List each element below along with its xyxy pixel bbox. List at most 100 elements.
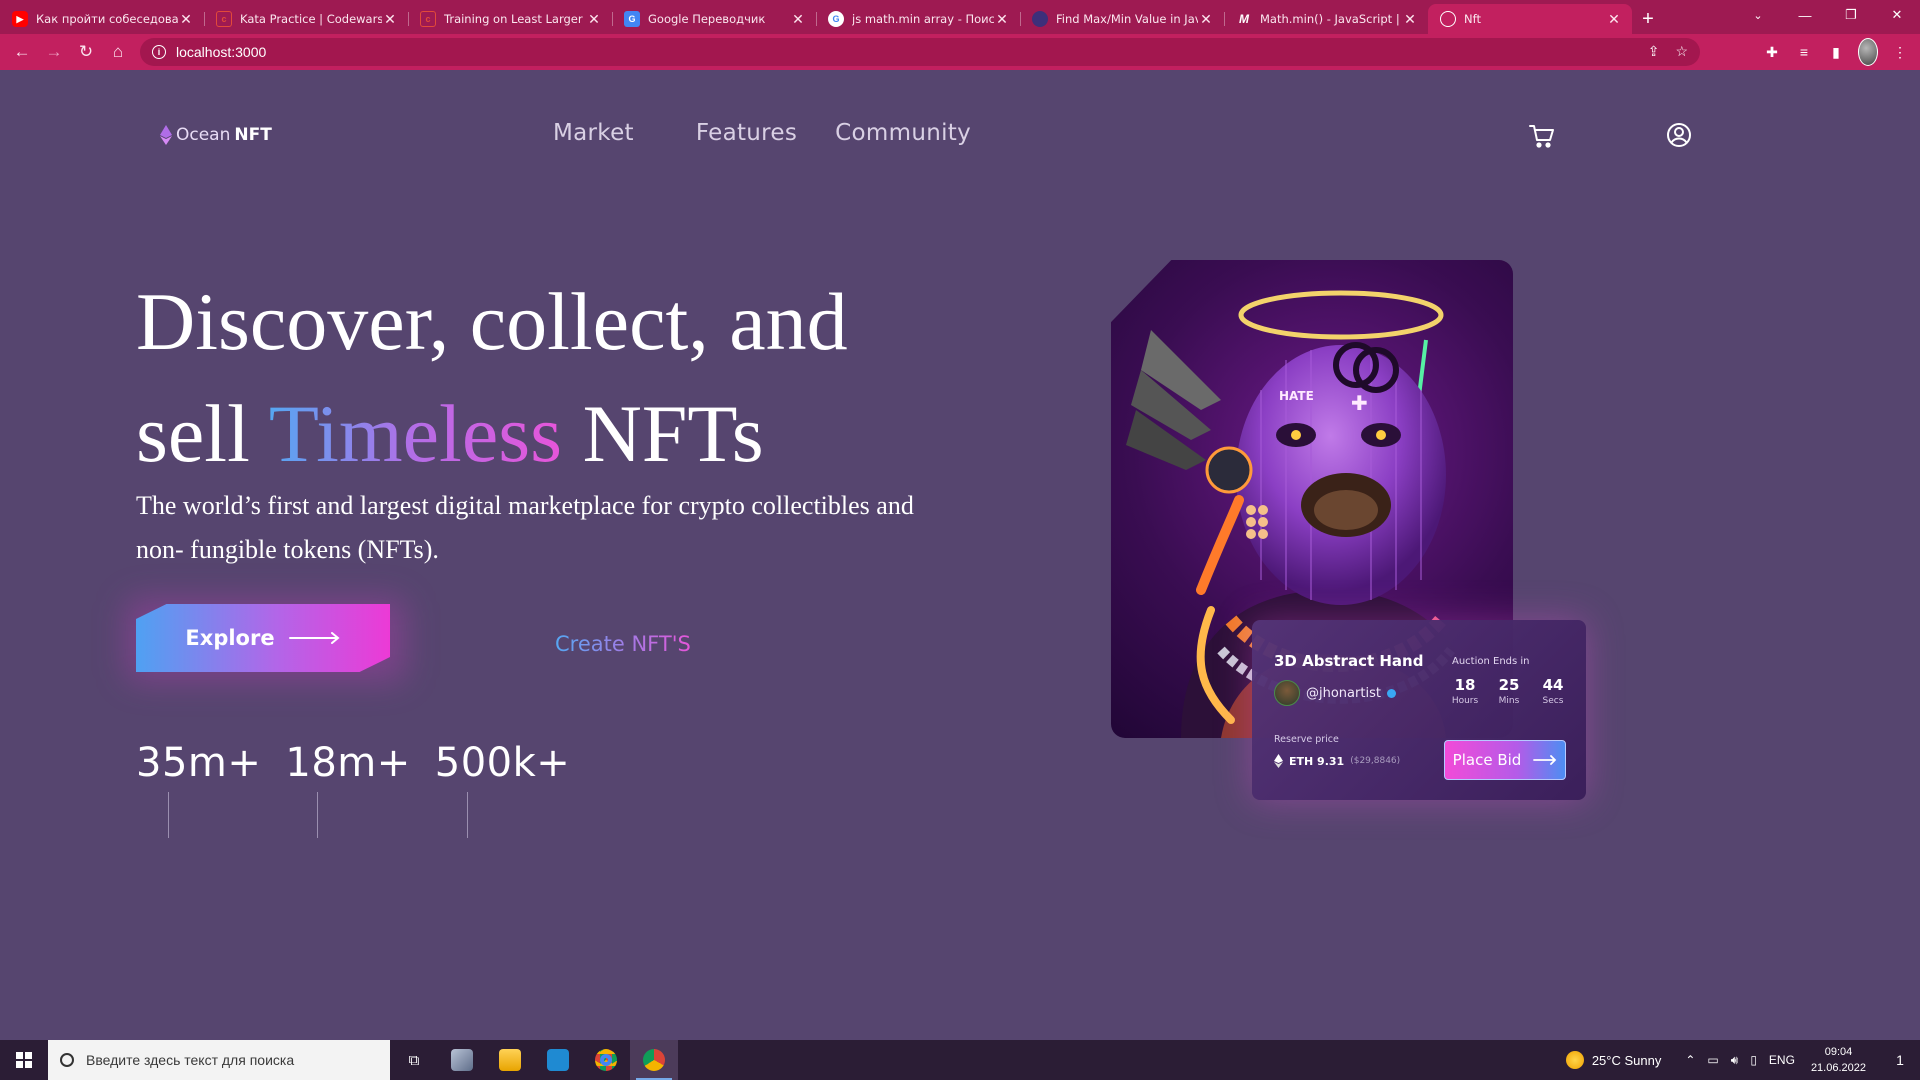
home-icon[interactable]: ⌂ bbox=[102, 36, 134, 68]
taskbar-search-box[interactable]: Введите здесь текст для поиска bbox=[48, 1040, 390, 1080]
explore-button[interactable]: Explore bbox=[136, 604, 390, 672]
close-icon[interactable]: ✕ bbox=[178, 11, 194, 28]
timer-label: Hours bbox=[1451, 696, 1479, 706]
taskbar-app-vscode[interactable] bbox=[534, 1040, 582, 1080]
verified-badge-icon bbox=[1386, 689, 1396, 698]
create-nfts-link[interactable]: Create NFT'S bbox=[555, 632, 691, 656]
place-bid-button[interactable]: Place Bid bbox=[1444, 740, 1566, 780]
tab-title: Google Переводчик bbox=[648, 12, 766, 26]
close-icon[interactable]: ✕ bbox=[1402, 11, 1418, 28]
price-eth: ETH 9.31 bbox=[1289, 754, 1345, 768]
taskbar-app-chrome[interactable] bbox=[582, 1040, 630, 1080]
reserve-price-label: Reserve price bbox=[1274, 734, 1339, 745]
taskbar-app-explorer[interactable] bbox=[486, 1040, 534, 1080]
mail-app-icon bbox=[451, 1049, 473, 1071]
browser-tab-strip: ▶ Как пройти собеседован ✕ c Kata Practi… bbox=[0, 0, 1920, 34]
windows-start-button[interactable] bbox=[0, 1040, 48, 1080]
address-bar[interactable]: i localhost:3000 ⇪ ☆ bbox=[140, 38, 1700, 66]
browser-tab-training[interactable]: c Training on Least Larger | C ✕ bbox=[408, 4, 612, 34]
browser-tab-stackabuse[interactable]: Find Max/Min Value in Java ✕ bbox=[1020, 4, 1224, 34]
close-icon[interactable]: ✕ bbox=[382, 11, 398, 28]
windows-logo-icon bbox=[16, 1052, 32, 1068]
restore-icon[interactable]: ❐ bbox=[1828, 0, 1874, 30]
browser-toolbar: ← → ↻ ⌂ i localhost:3000 ⇪ ☆ ✚ ≡ ▮ ⋮ bbox=[0, 34, 1920, 70]
browser-tab-codewars[interactable]: c Kata Practice | Codewars ✕ bbox=[204, 4, 408, 34]
nft-landing-page: Ocean NFT Market Features Community Disco… bbox=[0, 70, 1920, 1040]
close-icon[interactable]: ✕ bbox=[1198, 11, 1214, 28]
stat-item: 500k+ bbox=[434, 740, 571, 838]
reading-list-icon[interactable]: ≡ bbox=[1794, 38, 1814, 66]
taskbar-clock[interactable]: 09:04 21.06.2022 bbox=[1811, 1044, 1866, 1076]
volume-icon[interactable]: 🔊︎ bbox=[1731, 1053, 1739, 1068]
close-icon[interactable]: ✕ bbox=[586, 11, 602, 28]
tab-title: Kata Practice | Codewars bbox=[240, 12, 382, 26]
share-icon[interactable]: ⇪ bbox=[1648, 43, 1660, 60]
info-icon[interactable]: i bbox=[152, 45, 166, 59]
hero-title-highlight: Timeless bbox=[268, 388, 563, 479]
user-account-icon[interactable] bbox=[1666, 122, 1692, 148]
minimize-icon[interactable]: — bbox=[1782, 0, 1828, 30]
back-arrow-icon[interactable]: ← bbox=[6, 36, 38, 68]
browser-tab-nft[interactable]: Nft ✕ bbox=[1428, 4, 1632, 34]
reserve-price: ETH 9.31 ($29,8846) bbox=[1274, 754, 1400, 768]
timer-value: 25 bbox=[1498, 676, 1520, 694]
stat-divider bbox=[168, 792, 169, 838]
forward-arrow-icon[interactable]: → bbox=[38, 36, 70, 68]
clock-time: 09:04 bbox=[1824, 1046, 1853, 1058]
language-indicator[interactable]: ENG bbox=[1769, 1053, 1795, 1067]
nav-features[interactable]: Features bbox=[696, 120, 797, 146]
browser-tab-mdn[interactable]: M Math.min() - JavaScript | M ✕ bbox=[1224, 4, 1428, 34]
nav-community[interactable]: Community bbox=[835, 120, 971, 146]
browser-tab-youtube[interactable]: ▶ Как пройти собеседован ✕ bbox=[0, 4, 204, 34]
stats-row: 35m+ 18m+ 500k+ bbox=[136, 740, 571, 838]
weather-text[interactable]: 25°C Sunny bbox=[1592, 1053, 1662, 1068]
new-tab-button[interactable]: + bbox=[1632, 4, 1664, 34]
mask-hate-text: HATE bbox=[1279, 389, 1314, 403]
cart-icon[interactable] bbox=[1528, 122, 1556, 150]
bookmark-star-icon[interactable]: ☆ bbox=[1675, 43, 1688, 60]
chrome-profile-icon bbox=[643, 1049, 665, 1071]
stat-value: 500k+ bbox=[434, 740, 571, 786]
close-icon[interactable]: ✕ bbox=[1606, 11, 1622, 28]
notification-center-icon[interactable]: 1 bbox=[1880, 1052, 1920, 1068]
price-usd: ($29,8846) bbox=[1350, 756, 1401, 766]
notification-count: 1 bbox=[1896, 1052, 1904, 1068]
tab-title: Как пройти собеседован bbox=[36, 12, 178, 26]
system-tray: 25°C Sunny ⌃ ▭ 🔊︎ ▯ ENG 09:04 21.06.2022… bbox=[1565, 1040, 1920, 1080]
tab-search-chevron-icon[interactable]: ⌄ bbox=[1740, 0, 1776, 30]
menu-dots-icon[interactable]: ⋮ bbox=[1890, 38, 1910, 66]
browser-tab-google-search[interactable]: G js math.min array - Поиск ✕ bbox=[816, 4, 1020, 34]
weather-sun-icon[interactable] bbox=[1565, 1051, 1584, 1069]
mdn-icon: M bbox=[1239, 12, 1249, 26]
battery-icon[interactable]: ▯ bbox=[1750, 1053, 1757, 1067]
profile-avatar-icon[interactable] bbox=[1858, 38, 1878, 66]
network-icon[interactable]: ▭ bbox=[1707, 1053, 1718, 1067]
artist-avatar[interactable] bbox=[1274, 680, 1300, 706]
auction-card: 3D Abstract Hand @jhonartist Auction End… bbox=[1252, 620, 1586, 800]
extensions-puzzle-icon[interactable]: ✚ bbox=[1762, 38, 1782, 66]
browser-tab-translate[interactable]: G Google Переводчик ✕ bbox=[612, 4, 816, 34]
hero-title-line2-pre: sell bbox=[136, 388, 269, 479]
close-icon[interactable]: ✕ bbox=[994, 11, 1010, 28]
tab-title: Nft bbox=[1464, 12, 1481, 26]
taskbar-app-mail[interactable] bbox=[438, 1040, 486, 1080]
close-window-icon[interactable]: ✕ bbox=[1874, 0, 1920, 30]
brand-logo[interactable]: Ocean NFT bbox=[160, 125, 272, 145]
nav-market[interactable]: Market bbox=[553, 120, 634, 146]
chevron-up-icon[interactable]: ⌃ bbox=[1685, 1053, 1695, 1067]
arrow-right-icon bbox=[1533, 755, 1557, 765]
globe-icon bbox=[1440, 11, 1456, 27]
reload-icon[interactable]: ↻ bbox=[70, 36, 102, 68]
taskbar-app-chrome-profile[interactable] bbox=[630, 1040, 678, 1080]
timer-mins: 25 Mins bbox=[1494, 676, 1524, 706]
youtube-icon: ▶ bbox=[12, 11, 28, 27]
artist-username[interactable]: @jhonartist bbox=[1306, 686, 1396, 701]
tab-title: Find Max/Min Value in Java bbox=[1056, 12, 1198, 26]
close-icon[interactable]: ✕ bbox=[790, 11, 806, 28]
svg-text:✚: ✚ bbox=[1351, 391, 1368, 415]
stat-divider bbox=[317, 792, 319, 838]
place-bid-label: Place Bid bbox=[1452, 751, 1522, 769]
tab-title: js math.min array - Поиск bbox=[852, 12, 994, 26]
task-view-button[interactable]: ⧉ bbox=[390, 1040, 438, 1080]
side-panel-icon[interactable]: ▮ bbox=[1826, 38, 1846, 66]
